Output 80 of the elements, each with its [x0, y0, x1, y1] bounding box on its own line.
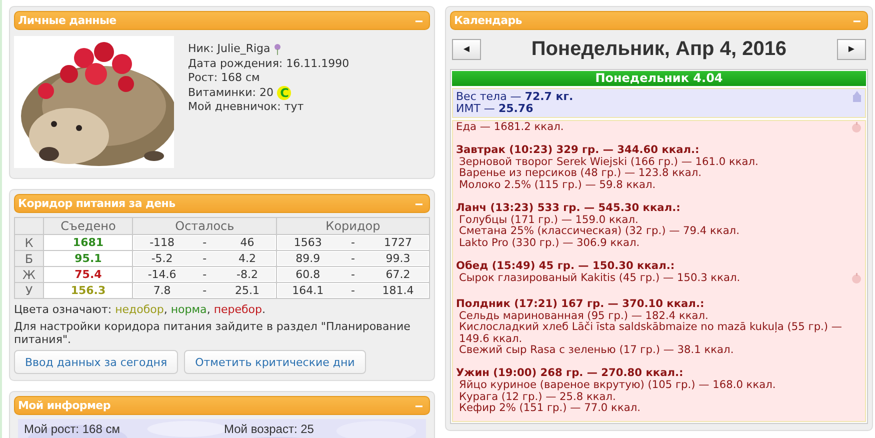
- row-label: У: [14, 282, 44, 298]
- table-cell-text: -: [202, 252, 208, 265]
- meal-item: Яйцо куриное (вареное вкрутую) (105 гр.) — 168.0 ккал.: [458, 380, 776, 392]
- table-cell-text: -5.2: [150, 252, 174, 265]
- row-label: К: [14, 234, 44, 250]
- table-cell-text: -118: [148, 236, 176, 249]
- table-cell-text: -: [350, 268, 356, 281]
- apple-icon: [851, 272, 862, 284]
- table-cell-text: 89.9: [294, 252, 322, 265]
- panel-title: Личные данные: [18, 14, 116, 27]
- meal-item: Курага (12 гр.) — 25.8 ккал.: [458, 392, 616, 403]
- meal-item: Сельдь маринованная (95 гр.) — 182.4 ккал.: [458, 310, 708, 322]
- table-cell-text: -: [202, 236, 208, 249]
- row-label: Б: [14, 250, 44, 266]
- table-cell-text: 99.3: [384, 252, 412, 265]
- table-cell-text: -8.2: [236, 268, 260, 281]
- informer-item: Мой рост: 168 см: [24, 422, 121, 436]
- table-cell-text: -: [202, 268, 208, 281]
- table-cell-text: 7.8: [152, 284, 172, 297]
- meal-item: Кислосладкий хлеб Lāči īsta saldskābmaize no mazā kukuļa (55 гр.) — 149.6 ккал.: [458, 322, 844, 345]
- table-cell-text: 1563: [292, 236, 323, 249]
- table-cell: 156.3: [44, 282, 133, 298]
- meal-heading: Полдник (17:21) 167 гр. — 370.10 ккал.:: [456, 298, 706, 310]
- next-button[interactable]: ►: [836, 39, 866, 60]
- panel-title: Календарь: [454, 14, 522, 27]
- scale-icon: [852, 91, 862, 102]
- meal-item: Молоко 2.5% (115 гр.) — 59.8 ккал.: [458, 180, 656, 192]
- action-button[interactable]: Ввод данных за сегодня: [14, 350, 178, 374]
- table-cell-text: 181.4: [381, 284, 415, 297]
- profile-field: Витаминки: 20: [188, 86, 274, 100]
- table-cell-text: 4.2: [238, 252, 258, 265]
- table-cell-text: 60.8: [294, 268, 322, 281]
- prev-button[interactable]: ◄: [452, 39, 481, 60]
- action-button[interactable]: Отметить критические дни: [184, 350, 366, 374]
- meal-item: Сырок глазированый Kakitis (45 гр.) — 150.3 ккал.: [458, 272, 740, 284]
- table-cell-text: -: [350, 284, 356, 297]
- vitamin-badge: C: [277, 86, 292, 100]
- table-cell-text: 25.1: [234, 284, 261, 297]
- panel-title: Мой информер: [18, 399, 110, 412]
- meal-item: Варенье из персиков (48 гр.) — 123.8 ккал.: [458, 168, 702, 180]
- table-cell: 95.1: [44, 250, 133, 266]
- meal-item: Зерновой творог Serek Wiejski (166 гр.) — 161.0 ккал.: [458, 156, 758, 168]
- weight-entry: ИМТ — 25.76: [456, 103, 534, 115]
- meal-heading: Ужин (19:00) 268 гр. — 270.80 ккал.:: [456, 368, 684, 380]
- meal-heading: Завтрак (10:23) 329 гр. — 344.60 ккал.:: [456, 145, 700, 157]
- column-header: Осталось: [132, 218, 276, 234]
- profile-field: Дата рождения: 16.11.1990: [188, 56, 350, 71]
- profile-field: Мой дневничок: тут: [188, 100, 304, 114]
- column-header: Съедено: [44, 218, 133, 234]
- informer-item: Мой возраст: 25: [224, 422, 315, 436]
- meal-item: Свежий сыр Rasa с зеленью (17 гр.) — 38.1 ккал.: [458, 345, 734, 357]
- apple-icon: [851, 122, 862, 133]
- meal-item: Сметана 25% (классическая) (32 гр.) — 79.4 ккал.: [458, 226, 740, 238]
- flower-icon: [274, 44, 282, 55]
- corridor-note: Для настройки коридора питания зайдите в раздел "Планирование питания".: [14, 320, 412, 346]
- table-cell-text: 164.1: [291, 284, 325, 297]
- weight-entry: Вес тела — 72.7 кг.: [456, 91, 574, 103]
- profile-field: Ник: Julie_Riga: [188, 42, 270, 56]
- profile-field: Рост: 168 см: [188, 71, 260, 86]
- table-cell-text: 67.2: [384, 268, 412, 281]
- meal-heading: Ланч (13:23) 533 гр. — 545.30 ккал.:: [456, 203, 682, 214]
- table-cell: 75.4: [44, 266, 133, 282]
- table-cell-text: -: [350, 252, 356, 265]
- table-cell: 1681: [44, 234, 133, 250]
- table-cell-text: -: [350, 236, 356, 249]
- day-header: Понедельник 4.04: [452, 71, 866, 86]
- table-cell-text: 46: [239, 236, 256, 249]
- table-cell-text: -14.6: [146, 268, 178, 281]
- calendar-date: Понедельник, Апр 4, 2016: [531, 38, 787, 61]
- column-header: Коридор: [276, 218, 430, 234]
- table-cell-text: 1727: [382, 236, 413, 249]
- table-cell-text: -: [202, 284, 208, 297]
- meal-heading: Обед (15:49) 45 гр. — 150.30 ккал.:: [456, 261, 676, 273]
- meal-item: Голубцы (171 гр.) — 159.0 ккал.: [458, 214, 638, 226]
- panel-title: Коридор питания за день: [18, 197, 176, 210]
- food-total: Еда — 1681.2 ккал.: [456, 122, 564, 134]
- color-legend: Цвета означают: недобор, норма, перебор.: [14, 303, 430, 316]
- meal-item: Кефир 2% (151 гр.) — 77.0 ккал.: [458, 403, 640, 415]
- meal-item: Lakto Pro (330 гр.) — 306.9 ккал.: [458, 238, 640, 250]
- row-label: Ж: [14, 266, 44, 282]
